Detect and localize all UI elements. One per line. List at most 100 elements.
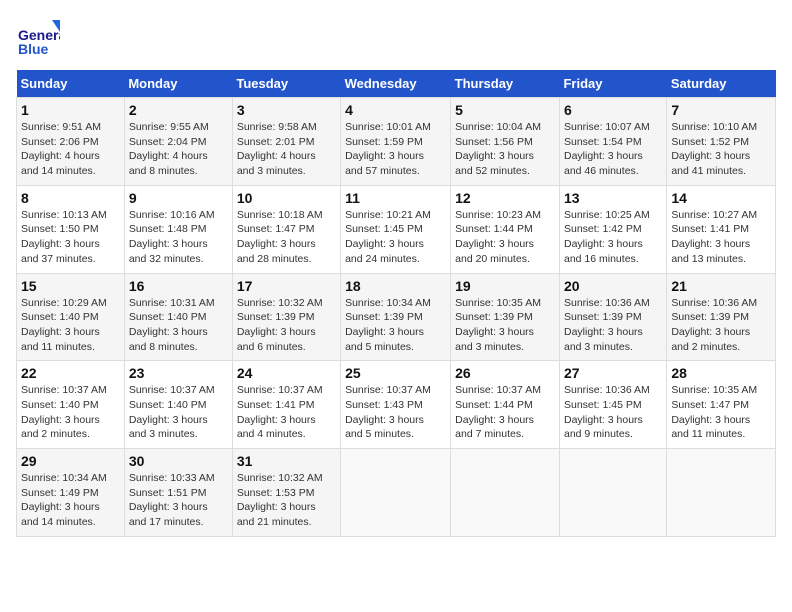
day-detail: Sunrise: 10:37 AMSunset: 1:40 PMDaylight… <box>21 384 107 440</box>
calendar-week-row: 8Sunrise: 10:13 AMSunset: 1:50 PMDayligh… <box>17 185 776 273</box>
day-number: 24 <box>237 365 336 381</box>
calendar-cell: 19 Sunrise: 10:35 AMSunset: 1:39 PMDaylig… <box>451 273 560 361</box>
calendar-cell: 14 Sunrise: 10:27 AMSunset: 1:41 PMDaylig… <box>667 185 776 273</box>
day-detail: Sunrise: 10:33 AMSunset: 1:51 PMDaylight… <box>129 472 215 528</box>
calendar-cell: 18 Sunrise: 10:34 AMSunset: 1:39 PMDaylig… <box>341 273 451 361</box>
day-detail: Sunrise: 10:35 AMSunset: 1:39 PMDaylight… <box>455 297 541 353</box>
calendar-cell: 17 Sunrise: 10:32 AMSunset: 1:39 PMDaylig… <box>232 273 340 361</box>
day-detail: Sunrise: 10:36 AMSunset: 1:45 PMDaylight… <box>564 384 650 440</box>
calendar-cell: 25 Sunrise: 10:37 AMSunset: 1:43 PMDaylig… <box>341 361 451 449</box>
header-sunday: Sunday <box>17 70 125 98</box>
calendar-cell: 1 Sunrise: 9:51 AMSunset: 2:06 PMDaylight… <box>17 98 125 186</box>
calendar-cell: 21 Sunrise: 10:36 AMSunset: 1:39 PMDaylig… <box>667 273 776 361</box>
calendar-cell: 8Sunrise: 10:13 AMSunset: 1:50 PMDayligh… <box>17 185 125 273</box>
calendar-week-row: 22Sunrise: 10:37 AMSunset: 1:40 PMDaylig… <box>17 361 776 449</box>
calendar-cell: 16 Sunrise: 10:31 AMSunset: 1:40 PMDaylig… <box>124 273 232 361</box>
day-number: 19 <box>455 278 555 294</box>
calendar-cell: 26Sunrise: 10:37 AMSunset: 1:44 PMDaylig… <box>451 361 560 449</box>
header-monday: Monday <box>124 70 232 98</box>
day-number: 26 <box>455 365 555 381</box>
day-number: 30 <box>129 453 228 469</box>
day-detail: Sunrise: 10:32 AMSunset: 1:39 PMDaylight… <box>237 297 323 353</box>
day-detail: Sunrise: 10:32 AMSunset: 1:53 PMDaylight… <box>237 472 323 528</box>
calendar-cell: 27Sunrise: 10:36 AMSunset: 1:45 PMDaylig… <box>559 361 666 449</box>
day-detail: Sunrise: 10:29 AMSunset: 1:40 PMDaylight… <box>21 297 107 353</box>
day-number: 5 <box>455 102 555 118</box>
day-number: 29 <box>21 453 120 469</box>
calendar-cell: 6 Sunrise: 10:07 AMSunset: 1:54 PMDayligh… <box>559 98 666 186</box>
header-saturday: Saturday <box>667 70 776 98</box>
day-number: 16 <box>129 278 228 294</box>
calendar-cell: 22Sunrise: 10:37 AMSunset: 1:40 PMDaylig… <box>17 361 125 449</box>
day-number: 23 <box>129 365 228 381</box>
calendar-cell: 29 Sunrise: 10:34 AMSunset: 1:49 PMDaylig… <box>17 449 125 537</box>
day-number: 13 <box>564 190 662 206</box>
day-detail: Sunrise: 10:21 AMSunset: 1:45 PMDaylight… <box>345 209 431 265</box>
day-detail: Sunrise: 9:51 AMSunset: 2:06 PMDaylight:… <box>21 121 101 177</box>
day-detail: Sunrise: 9:58 AMSunset: 2:01 PMDaylight:… <box>237 121 317 177</box>
day-number: 1 <box>21 102 120 118</box>
day-number: 31 <box>237 453 336 469</box>
logo-icon: General Blue <box>16 16 60 60</box>
day-detail: Sunrise: 9:55 AMSunset: 2:04 PMDaylight:… <box>129 121 209 177</box>
calendar-week-row: 15 Sunrise: 10:29 AMSunset: 1:40 PMDaylig… <box>17 273 776 361</box>
day-number: 7 <box>671 102 771 118</box>
header-thursday: Thursday <box>451 70 560 98</box>
day-detail: Sunrise: 10:01 AMSunset: 1:59 PMDaylight… <box>345 121 431 177</box>
day-number: 25 <box>345 365 446 381</box>
day-detail: Sunrise: 10:04 AMSunset: 1:56 PMDaylight… <box>455 121 541 177</box>
day-detail: Sunrise: 10:34 AMSunset: 1:39 PMDaylight… <box>345 297 431 353</box>
day-number: 8 <box>21 190 120 206</box>
calendar-cell: 7Sunrise: 10:10 AMSunset: 1:52 PMDayligh… <box>667 98 776 186</box>
day-number: 18 <box>345 278 446 294</box>
day-number: 17 <box>237 278 336 294</box>
calendar-cell: 31 Sunrise: 10:32 AMSunset: 1:53 PMDaylig… <box>232 449 340 537</box>
day-detail: Sunrise: 10:34 AMSunset: 1:49 PMDaylight… <box>21 472 107 528</box>
calendar-week-row: 1 Sunrise: 9:51 AMSunset: 2:06 PMDaylight… <box>17 98 776 186</box>
day-number: 3 <box>237 102 336 118</box>
day-detail: Sunrise: 10:37 AMSunset: 1:43 PMDaylight… <box>345 384 431 440</box>
day-detail: Sunrise: 10:27 AMSunset: 1:41 PMDaylight… <box>671 209 757 265</box>
day-detail: Sunrise: 10:16 AMSunset: 1:48 PMDaylight… <box>129 209 215 265</box>
days-header-row: Sunday Monday Tuesday Wednesday Thursday… <box>17 70 776 98</box>
day-number: 28 <box>671 365 771 381</box>
calendar-cell: 24 Sunrise: 10:37 AMSunset: 1:41 PMDaylig… <box>232 361 340 449</box>
calendar-cell <box>667 449 776 537</box>
header-wednesday: Wednesday <box>341 70 451 98</box>
day-detail: Sunrise: 10:23 AMSunset: 1:44 PMDaylight… <box>455 209 541 265</box>
calendar-cell <box>451 449 560 537</box>
calendar-cell <box>559 449 666 537</box>
calendar-cell: 11 Sunrise: 10:21 AMSunset: 1:45 PMDaylig… <box>341 185 451 273</box>
calendar-cell: 4 Sunrise: 10:01 AMSunset: 1:59 PMDayligh… <box>341 98 451 186</box>
calendar-cell: 23 Sunrise: 10:37 AMSunset: 1:40 PMDaylig… <box>124 361 232 449</box>
day-number: 6 <box>564 102 662 118</box>
calendar-body: 1 Sunrise: 9:51 AMSunset: 2:06 PMDaylight… <box>17 98 776 537</box>
logo: General Blue <box>16 16 64 60</box>
calendar-table: Sunday Monday Tuesday Wednesday Thursday… <box>16 70 776 537</box>
calendar-cell: 5 Sunrise: 10:04 AMSunset: 1:56 PMDayligh… <box>451 98 560 186</box>
day-number: 12 <box>455 190 555 206</box>
day-detail: Sunrise: 10:37 AMSunset: 1:40 PMDaylight… <box>129 384 215 440</box>
calendar-cell <box>341 449 451 537</box>
day-number: 14 <box>671 190 771 206</box>
day-number: 11 <box>345 190 446 206</box>
calendar-cell: 12 Sunrise: 10:23 AMSunset: 1:44 PMDaylig… <box>451 185 560 273</box>
day-number: 15 <box>21 278 120 294</box>
calendar-cell: 9Sunrise: 10:16 AMSunset: 1:48 PMDayligh… <box>124 185 232 273</box>
calendar-cell: 3 Sunrise: 9:58 AMSunset: 2:01 PMDaylight… <box>232 98 340 186</box>
day-number: 2 <box>129 102 228 118</box>
day-detail: Sunrise: 10:31 AMSunset: 1:40 PMDaylight… <box>129 297 215 353</box>
calendar-cell: 30 Sunrise: 10:33 AMSunset: 1:51 PMDaylig… <box>124 449 232 537</box>
day-detail: Sunrise: 10:25 AMSunset: 1:42 PMDaylight… <box>564 209 650 265</box>
calendar-cell: 2 Sunrise: 9:55 AMSunset: 2:04 PMDaylight… <box>124 98 232 186</box>
day-detail: Sunrise: 10:37 AMSunset: 1:41 PMDaylight… <box>237 384 323 440</box>
day-detail: Sunrise: 10:36 AMSunset: 1:39 PMDaylight… <box>671 297 757 353</box>
header-tuesday: Tuesday <box>232 70 340 98</box>
day-number: 10 <box>237 190 336 206</box>
day-number: 21 <box>671 278 771 294</box>
day-detail: Sunrise: 10:35 AMSunset: 1:47 PMDaylight… <box>671 384 757 440</box>
day-number: 4 <box>345 102 446 118</box>
page-header: General Blue <box>16 16 776 60</box>
day-detail: Sunrise: 10:07 AMSunset: 1:54 PMDaylight… <box>564 121 650 177</box>
calendar-cell: 28 Sunrise: 10:35 AMSunset: 1:47 PMDaylig… <box>667 361 776 449</box>
